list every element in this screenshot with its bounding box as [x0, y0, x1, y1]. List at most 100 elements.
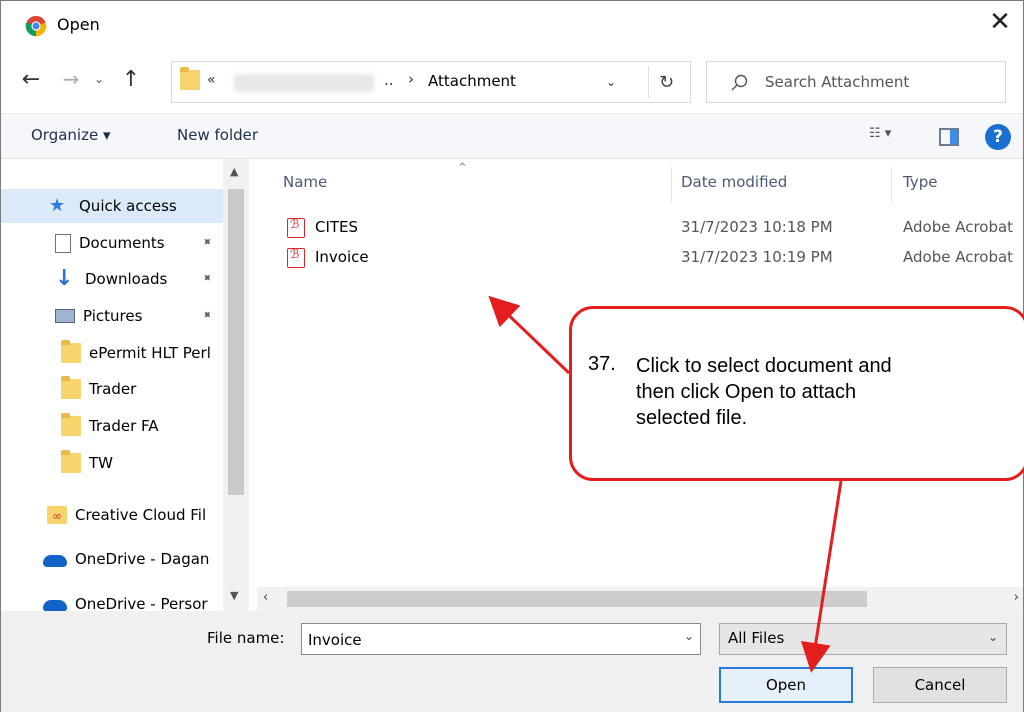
sidebar-item-label: ePermit HLT Perl	[89, 344, 211, 362]
sidebar-item-trader[interactable]: Trader	[61, 372, 136, 406]
scroll-right-icon[interactable]: ›	[1014, 590, 1019, 605]
star-icon: ★	[49, 195, 66, 216]
chevron-down-icon: ⌄	[987, 630, 998, 644]
chevron-down-icon[interactable]: ⌄	[684, 629, 694, 643]
navigation-bar: ← → ⌄ ↑ « .. › Attachment ⌄ ↻	[1, 53, 1023, 113]
address-dropdown-button[interactable]: ⌄	[598, 70, 624, 94]
instruction-callout: 37. Click to select document and then cl…	[569, 306, 1024, 481]
refresh-icon: ↻	[658, 71, 675, 93]
cloud-icon	[43, 600, 67, 611]
sidebar-item-quick-access[interactable]: ★ Quick access	[1, 189, 223, 223]
sidebar-item-creative-cloud[interactable]: ∞ Creative Cloud Fil	[47, 498, 206, 532]
cancel-button[interactable]: Cancel	[873, 667, 1007, 703]
forward-button[interactable]: →	[53, 61, 89, 97]
file-name: CITES	[315, 218, 359, 236]
sidebar-item-tw[interactable]: TW	[61, 446, 113, 480]
sidebar-item-label: Pictures	[83, 307, 143, 325]
column-header-date-modified[interactable]: Date modified	[681, 173, 787, 191]
file-type-value: All Files	[728, 629, 785, 647]
scrollbar-thumb[interactable]	[228, 189, 244, 495]
pdf-icon	[287, 247, 305, 268]
sidebar-item-label: Creative Cloud Fil	[75, 506, 207, 524]
folder-icon	[61, 450, 81, 473]
callout-step-number: 37.	[588, 353, 616, 375]
column-header-type[interactable]: Type	[903, 173, 937, 191]
dialog-title: Open	[57, 15, 100, 34]
file-name-combobox[interactable]: ⌄	[301, 623, 701, 655]
search-input[interactable]	[765, 71, 995, 93]
file-row-cites[interactable]: CITES 31/7/2023 10:18 PM Adobe Acrobat	[257, 215, 1023, 243]
file-name: Invoice	[315, 248, 369, 266]
chrome-logo-icon	[25, 15, 47, 37]
folder-icon	[61, 340, 81, 363]
file-date: 31/7/2023 10:19 PM	[681, 248, 833, 266]
open-button[interactable]: Open	[719, 667, 853, 703]
file-row-invoice[interactable]: Invoice 31/7/2023 10:19 PM Adobe Acrobat	[257, 245, 1023, 273]
search-box[interactable]	[706, 61, 1006, 103]
pin-icon: ✦	[197, 306, 216, 325]
pictures-icon	[55, 309, 75, 323]
breadcrumb-separator[interactable]: ›	[408, 70, 414, 88]
column-divider[interactable]	[891, 167, 892, 203]
scroll-left-icon[interactable]: ‹	[263, 590, 268, 605]
sidebar-item-label: TW	[89, 454, 113, 472]
recent-locations-button[interactable]: ⌄	[87, 61, 111, 97]
navigation-pane: ★ Quick access Documents ✦ ↓ Downloads ✦…	[1, 159, 249, 611]
pin-icon: ✦	[197, 233, 216, 252]
scroll-down-icon[interactable]: ▼	[230, 589, 238, 602]
file-name-input[interactable]	[308, 629, 668, 651]
sidebar-item-onedrive-personal[interactable]: OneDrive - Persor	[43, 587, 208, 611]
sidebar-item-pictures[interactable]: Pictures	[55, 299, 142, 333]
chevron-down-icon: ⌄	[605, 75, 617, 89]
creative-cloud-icon: ∞	[47, 506, 67, 524]
sidebar-item-label: Downloads	[85, 270, 168, 288]
scroll-up-icon[interactable]: ▲	[230, 165, 238, 178]
up-arrow-icon: ↑	[121, 66, 141, 92]
folder-icon	[61, 376, 81, 399]
column-header-name[interactable]: Name	[283, 173, 327, 191]
file-type: Adobe Acrobat	[903, 248, 1014, 266]
breadcrumb-ellipsis: ..	[384, 71, 394, 89]
close-button[interactable]: ✕	[977, 1, 1023, 43]
preview-pane-button[interactable]	[939, 128, 959, 146]
help-button[interactable]: ?	[985, 124, 1011, 150]
back-button[interactable]: ←	[13, 61, 49, 97]
callout-text: Click to select document and then click …	[636, 355, 892, 429]
sidebar-item-label: Trader FA	[89, 417, 159, 435]
sidebar-item-label: Quick access	[79, 197, 177, 215]
folder-icon	[180, 67, 200, 90]
scrollbar-thumb[interactable]	[287, 591, 867, 607]
sidebar-item-documents[interactable]: Documents	[55, 226, 165, 260]
back-arrow-icon: ←	[21, 66, 41, 92]
organize-button[interactable]: Organize ▾	[31, 126, 111, 144]
sidebar-item-label: Trader	[89, 380, 137, 398]
breadcrumb-overflow[interactable]: «	[207, 72, 216, 88]
up-button[interactable]: ↑	[113, 61, 149, 97]
sort-ascending-icon: ⌃	[457, 161, 468, 176]
sidebar-item-label: OneDrive - Persor	[75, 595, 208, 611]
chevron-down-icon: ⌄	[93, 72, 105, 86]
sidebar-scrollbar[interactable]: ▲ ▼	[223, 159, 249, 611]
breadcrumb-current-folder[interactable]: Attachment	[428, 72, 516, 90]
sidebar-item-trader-fa[interactable]: Trader FA	[61, 409, 159, 443]
title-bar: Open ✕	[1, 1, 1023, 53]
refresh-button[interactable]: ↻	[648, 66, 684, 98]
address-bar[interactable]: « .. › Attachment ⌄ ↻	[171, 61, 691, 103]
search-icon	[731, 74, 748, 91]
file-name-label: File name:	[207, 629, 285, 647]
redacted-path	[234, 74, 374, 92]
new-folder-button[interactable]: New folder	[177, 126, 258, 144]
file-type-select[interactable]: All Files ⌄	[719, 623, 1007, 655]
file-date: 31/7/2023 10:18 PM	[681, 218, 833, 236]
folder-icon	[61, 413, 81, 436]
cloud-icon	[43, 555, 67, 567]
close-icon: ✕	[989, 7, 1011, 37]
sidebar-item-downloads[interactable]: ↓ Downloads	[55, 262, 167, 296]
pdf-icon	[287, 217, 305, 238]
horizontal-scrollbar[interactable]: ‹ ›	[257, 587, 1023, 611]
sidebar-item-onedrive-dagan[interactable]: OneDrive - Dagan	[43, 542, 209, 576]
column-divider[interactable]	[671, 167, 672, 203]
open-file-dialog: Open ✕ ← → ⌄ ↑ « .. › Attachment ⌄ ↻ Sea…	[0, 0, 1024, 712]
change-view-button[interactable]: ☷ ▾	[869, 126, 891, 141]
sidebar-item-epermit[interactable]: ePermit HLT Perl	[61, 336, 211, 370]
